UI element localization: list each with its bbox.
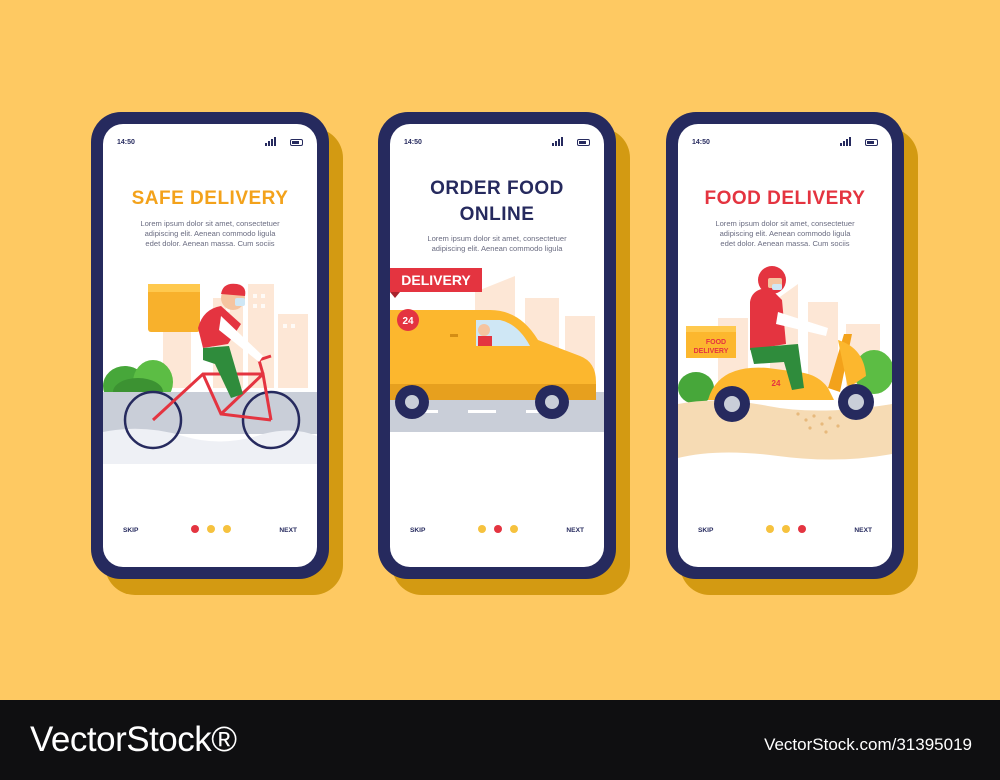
battery-icon [577,139,590,146]
battery-icon [865,139,878,146]
phone-safe-delivery: 14:50 SAFE DELIVERY Lorem ipsum dolor si… [91,112,343,595]
next-button[interactable]: NEXT [854,527,872,534]
page-indicator [760,525,810,535]
page-dot-active[interactable] [191,525,199,533]
page-dot[interactable] [478,525,486,533]
delivery-van-illustration: DELIVERY 24 [390,268,604,432]
desc-line: edet dolor. Aenean massa. Cum sociis [145,239,275,248]
status-bar: 14:50 [117,137,303,149]
onboarding-stage: 14:50 SAFE DELIVERY Lorem ipsum dolor si… [0,0,1000,700]
next-button[interactable]: NEXT [279,527,297,534]
title-line: FOOD DELIVERY [704,188,866,209]
page-indicator [472,525,522,535]
screen-description: Lorem ipsum dolor sit amet, consectetuer… [103,219,317,249]
van-sign-label: DELIVERY [401,272,471,288]
desc-line: adipiscing elit. Aenean commodo ligula [431,244,563,253]
status-bar: 14:50 [404,137,590,149]
next-button[interactable]: NEXT [566,527,584,534]
watermark-url: VectorStock.com/31395019 [764,735,972,754]
desc-line: Lorem ipsum dolor sit amet, consectetuer [715,219,855,228]
status-time: 14:50 [117,139,135,146]
title-line: ORDER FOOD [430,178,564,199]
box-label-line2: DELIVERY [694,348,729,355]
desc-line: Lorem ipsum dolor sit amet, consectetuer [140,219,280,228]
skip-button[interactable]: SKIP [123,527,138,534]
desc-line: adipiscing elit. Aenean commodo ligula [144,229,276,238]
phone-food-delivery: 14:50 FOOD DELIVERY Lorem ipsum dolor si… [666,112,918,595]
onboarding-footer: SKIP NEXT [698,524,872,538]
watermark-logo: VectorStock® [30,720,237,759]
box-label-line1: FOOD [706,339,726,346]
scooter-badge-label: 24 [772,379,781,388]
scooter-courier-illustration: FOOD DELIVERY 24 [678,266,892,460]
desc-line: adipiscing elit. Aenean commodo ligula [719,229,851,238]
skip-button[interactable]: SKIP [698,527,713,534]
desc-line: edet dolor. Aenean massa. Cum sociis [720,239,850,248]
page-dot[interactable] [782,525,790,533]
status-time: 14:50 [692,139,710,146]
phone-frame: 14:50 ORDER FOOD ONLINE Lorem ipsum dolo… [378,112,616,579]
phone-screen: 14:50 FOOD DELIVERY Lorem ipsum dolor si… [678,124,892,567]
status-bar: 14:50 [692,137,878,149]
onboarding-footer: SKIP NEXT [410,524,584,538]
phone-frame: 14:50 FOOD DELIVERY Lorem ipsum dolor si… [666,112,904,579]
phone-order-food-online: 14:50 ORDER FOOD ONLINE Lorem ipsum dolo… [378,112,630,595]
desc-line: Lorem ipsum dolor sit amet, consectetuer [427,234,567,243]
battery-icon [290,139,303,146]
page-dot-active[interactable] [798,525,806,533]
page-dot[interactable] [510,525,518,533]
screen-title: FOOD DELIVERY [678,186,892,212]
screen-description: Lorem ipsum dolor sit amet, consectetuer… [678,219,892,249]
phone-frame: 14:50 SAFE DELIVERY Lorem ipsum dolor si… [91,112,329,579]
title-line: ONLINE [459,204,535,225]
page-dot[interactable] [207,525,215,533]
signal-icon [840,137,852,146]
page-dot[interactable] [223,525,231,533]
screen-title: SAFE DELIVERY [103,186,317,212]
page-indicator [185,525,235,535]
title-line: SAFE DELIVERY [131,188,289,209]
signal-icon [265,137,277,146]
screen-title: ORDER FOOD ONLINE [390,176,604,228]
signal-icon [552,137,564,146]
phone-screen: 14:50 ORDER FOOD ONLINE Lorem ipsum dolo… [390,124,604,567]
skip-button[interactable]: SKIP [410,527,425,534]
page-dot-active[interactable] [494,525,502,533]
status-time: 14:50 [404,139,422,146]
screen-description: Lorem ipsum dolor sit amet, consectetuer… [390,234,604,254]
van-badge-label: 24 [402,316,414,327]
bike-courier-illustration [103,283,317,464]
watermark-bar: VectorStock® VectorStock.com/31395019 [0,700,1000,780]
phone-screen: 14:50 SAFE DELIVERY Lorem ipsum dolor si… [103,124,317,567]
onboarding-footer: SKIP NEXT [123,524,297,538]
page-dot[interactable] [766,525,774,533]
